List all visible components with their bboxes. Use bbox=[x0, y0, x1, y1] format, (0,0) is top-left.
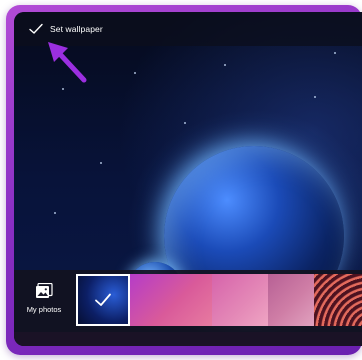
wallpaper-picker: My photos bbox=[14, 270, 362, 346]
picker-footer bbox=[14, 332, 362, 346]
my-photos-button[interactable]: My photos bbox=[14, 270, 74, 326]
arrow-up-left-icon bbox=[48, 42, 87, 83]
star bbox=[224, 64, 226, 66]
check-icon bbox=[29, 23, 43, 34]
star bbox=[62, 88, 64, 90]
wallpaper-thumbnail-waves[interactable] bbox=[314, 274, 362, 326]
wallpaper-thumbnail-magenta[interactable] bbox=[130, 274, 212, 326]
star bbox=[184, 122, 186, 124]
set-wallpaper-label: Set wallpaper bbox=[50, 24, 103, 34]
wallpaper-thumbnail-pink[interactable] bbox=[212, 274, 268, 326]
wallpaper-thumbnail-rose[interactable] bbox=[268, 274, 314, 326]
star bbox=[334, 52, 336, 54]
star bbox=[54, 212, 56, 214]
wallpaper-thumbnail-space[interactable] bbox=[76, 274, 130, 326]
selected-check-icon bbox=[95, 293, 111, 306]
wallpaper-preview: Set wallpaper My photos bbox=[14, 12, 362, 346]
star bbox=[314, 96, 316, 98]
my-photos-label: My photos bbox=[26, 304, 62, 314]
star bbox=[134, 72, 136, 74]
photo-icon bbox=[36, 282, 53, 298]
star bbox=[100, 162, 102, 164]
